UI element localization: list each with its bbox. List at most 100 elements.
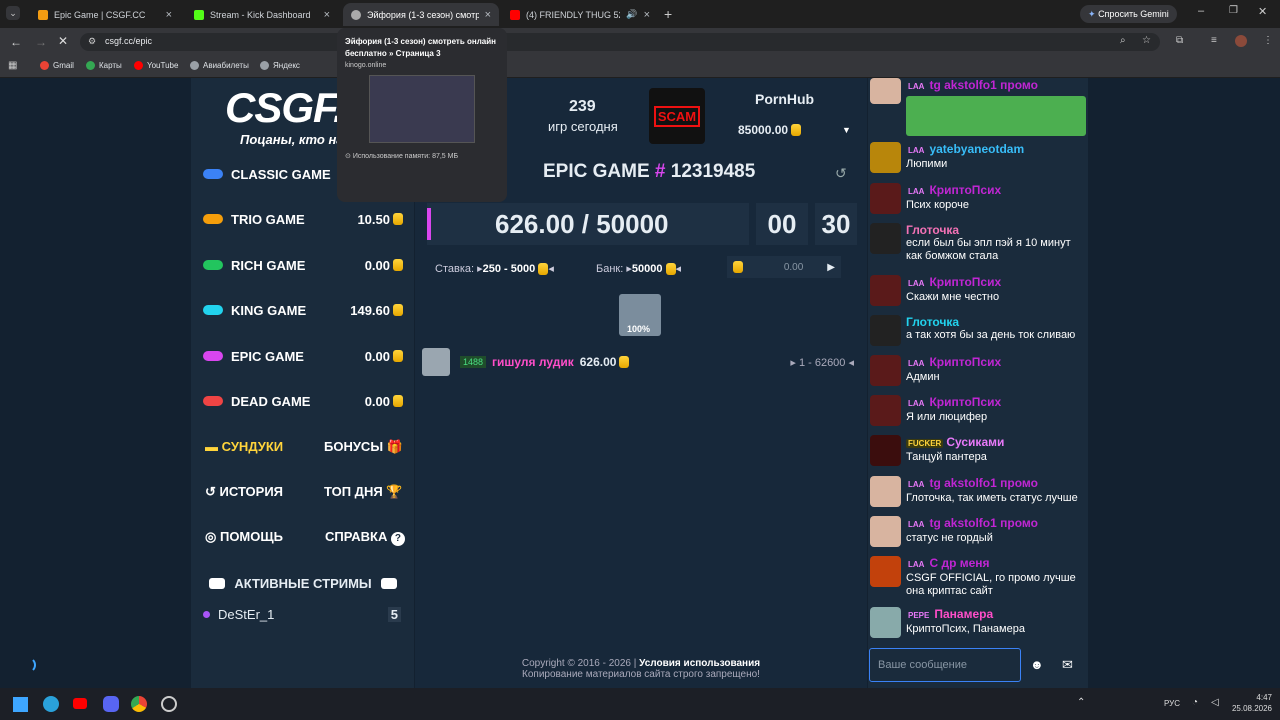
menu-trio-game[interactable]: TRIO GAME 10.50 xyxy=(203,208,403,230)
gemini-icon: ✦ xyxy=(1088,9,1096,19)
top-user-amount: 85000.00 xyxy=(738,123,802,137)
user-level: LAA xyxy=(908,146,925,155)
tray-volume-icon[interactable]: ◁ xyxy=(1211,697,1219,708)
menu-dead-game[interactable]: DEAD GAME 0.00 xyxy=(203,390,403,412)
profile-avatar[interactable] xyxy=(1235,35,1247,47)
chat-text: если был бы эпл пэй я 10 минут как бомжо… xyxy=(906,237,1071,262)
maximize-button[interactable]: ❐ xyxy=(1229,5,1238,16)
tray-lang[interactable]: РУС xyxy=(1164,699,1180,708)
coin-icon xyxy=(393,304,403,316)
chat-message: LAA КриптоПсих Скажи мне честно xyxy=(870,275,1086,306)
scam-badge[interactable]: SCAM xyxy=(649,88,705,144)
chat-message: LAA tg akstolfo1 промо статус не гордый xyxy=(870,516,1086,547)
chat-input[interactable]: Ваше сообщение xyxy=(869,648,1021,682)
extensions-icon[interactable]: ⧉ xyxy=(1176,35,1183,46)
tray-wifi-icon[interactable]: ◔ xyxy=(1192,697,1198,708)
footer-copyright: Copyright © 2016 - 2026 | Условия исполь… xyxy=(415,658,867,669)
emoji-button[interactable]: ☻ xyxy=(1030,657,1044,672)
player-row[interactable]: 1488 гишуля лудик 626.00 ▸ 1 - 62600 ◂ xyxy=(422,348,854,376)
chat-username: LAA С др меня xyxy=(906,556,1086,572)
info-link[interactable]: СПРАВКА ? xyxy=(325,529,405,546)
stop-loading-icon[interactable]: ✕ xyxy=(58,34,68,48)
tray-clock[interactable]: 4:47 25.08.2026 xyxy=(1226,692,1272,714)
url-bar[interactable]: ⚙ csgf.cc/epic ⌕ ☆ xyxy=(80,33,1160,51)
chat-text: КриптоПсих, Панамера xyxy=(906,623,1025,635)
url-text: csgf.cc/epic xyxy=(105,36,153,46)
chat-name: С др меня xyxy=(929,556,990,570)
chests-link[interactable]: ▬ СУНДУКИ xyxy=(205,439,283,454)
chests-label: СУНДУКИ xyxy=(221,439,284,454)
bookmark-youtube[interactable]: YouTube xyxy=(134,61,178,70)
close-icon[interactable]: × xyxy=(166,9,172,21)
game-id: 12319485 xyxy=(670,161,756,182)
close-icon[interactable]: × xyxy=(485,9,491,21)
menu-label: CLASSIC GAME xyxy=(231,166,331,182)
new-tab-button[interactable]: + xyxy=(664,6,672,22)
chat-name: КриптоПсих xyxy=(929,355,1002,369)
terms-link[interactable]: Условия использования xyxy=(639,658,760,669)
menu-king-game[interactable]: KING GAME 149.60 xyxy=(203,299,403,321)
bookmark-yandex[interactable]: Яндекс xyxy=(260,61,300,70)
round-history-icon[interactable]: ↺ xyxy=(835,165,847,182)
maps-icon xyxy=(86,61,95,70)
close-icon[interactable]: × xyxy=(324,9,330,21)
tab-kinogo[interactable]: Эйфория (1-3 сезон) смотреть × xyxy=(343,3,499,26)
menu-epic-game[interactable]: EPIC GAME 0.00 xyxy=(203,345,403,367)
gamepad-icon xyxy=(203,214,223,224)
info-label: СПРАВКА xyxy=(325,529,388,544)
close-icon[interactable]: × xyxy=(644,9,650,21)
help-link[interactable]: ◎ ПОМОЩЬ xyxy=(205,529,283,545)
headset-icon: ◎ xyxy=(205,529,217,544)
bookmark-star-icon[interactable]: ☆ xyxy=(1142,35,1151,46)
bank-progress: 626.00 / 50000 xyxy=(427,203,749,245)
play-icon[interactable]: ▶ xyxy=(827,262,835,273)
tray-chevron-icon[interactable]: ⌃ xyxy=(1077,697,1085,708)
youtube-app-icon[interactable] xyxy=(73,698,87,709)
bonuses-link[interactable]: БОНУСЫ 🎁 xyxy=(324,439,403,455)
scam-label: SCAM xyxy=(653,105,701,127)
steam-icon[interactable] xyxy=(161,696,177,712)
bookmark-label: Яндекс xyxy=(273,61,300,70)
forward-icon[interactable]: → xyxy=(35,35,47,49)
menu-label: KING GAME xyxy=(231,302,307,318)
apps-grid-icon[interactable]: ▦ xyxy=(8,60,17,71)
player-avatar[interactable]: 100% xyxy=(619,294,661,336)
media-icon[interactable]: ≡ xyxy=(1211,35,1217,46)
bookmark-label: Gmail xyxy=(53,61,74,70)
chat-body: LAA КриптоПсих Псих короче xyxy=(906,183,1001,214)
bookmark-gmail[interactable]: Gmail xyxy=(40,61,74,70)
history-link[interactable]: ↺ ИСТОРИЯ xyxy=(205,484,283,500)
tab-youtube[interactable]: (4) FRIENDLY THUG 52 NGG 🔊 × xyxy=(502,3,658,26)
chat-message: LAA КриптоПсих Админ xyxy=(870,355,1086,386)
tab-kick[interactable]: Stream - Kick Dashboard × xyxy=(186,3,338,26)
ask-gemini-button[interactable]: ✦ Спросить Gemini xyxy=(1080,5,1177,23)
bookmark-maps[interactable]: Карты xyxy=(86,61,122,70)
windows-start-icon[interactable] xyxy=(13,697,28,712)
chrome-icon[interactable] xyxy=(131,696,147,712)
minimize-button[interactable]: – xyxy=(1198,5,1204,17)
send-message-button[interactable]: ✉ xyxy=(1062,657,1073,673)
telegram-icon[interactable] xyxy=(43,696,59,712)
top-day-link[interactable]: ТОП ДНЯ 🏆 xyxy=(324,484,403,500)
menu-rich-game[interactable]: RICH GAME 0.00 xyxy=(203,254,403,276)
chat-body: LAA tg akstolfo1 промо Глоточка, так иметь… xyxy=(906,476,1078,507)
discord-icon[interactable] xyxy=(103,696,119,712)
browser-menu-icon[interactable]: ⋮ xyxy=(1263,35,1273,46)
user-level: LAA xyxy=(908,279,925,288)
stream-row[interactable]: DeStEr_1 5 xyxy=(203,604,401,624)
bookmark-flights[interactable]: Авиабилеты xyxy=(190,61,249,70)
site-info-icon[interactable]: ⚙ xyxy=(88,36,96,47)
back-icon[interactable]: ← xyxy=(10,35,22,49)
chat-name: tg akstolfo1 промо xyxy=(929,476,1038,490)
zoom-icon[interactable]: ⌕ xyxy=(1120,35,1126,46)
close-window-button[interactable]: ✕ xyxy=(1258,5,1267,18)
user-level: LAA xyxy=(908,187,925,196)
chat-username: FUCKER Сусиками xyxy=(906,435,1004,451)
tab-search-icon[interactable]: ⌄ xyxy=(6,6,20,20)
menu-value: 0.00 xyxy=(365,349,403,364)
chat-message: Глоточка а так хотя бы за день ток сливаю xyxy=(870,315,1086,346)
bet-input[interactable]: 0.00 ▶ xyxy=(727,256,841,278)
user-avatar xyxy=(870,435,901,466)
tab-csgf[interactable]: Epic Game | CSGF.CC × xyxy=(30,3,180,26)
top-user-dropdown[interactable]: ▼ xyxy=(842,125,851,135)
